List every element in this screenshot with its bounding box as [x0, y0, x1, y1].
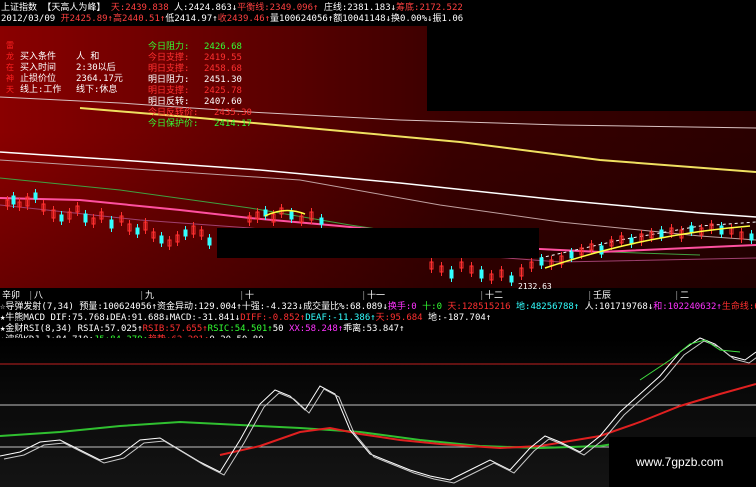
kdj-chart-svg: [0, 337, 756, 484]
watermark-text: www.7gpzb.com: [636, 455, 724, 469]
kdj-line-green: [0, 420, 641, 450]
kdj-line-green-top: [639, 339, 741, 381]
stock-chart-window: 上证指数 【天高人为峰】 天:2439.838 人:2424.863↓平衡线:2…: [0, 0, 756, 487]
